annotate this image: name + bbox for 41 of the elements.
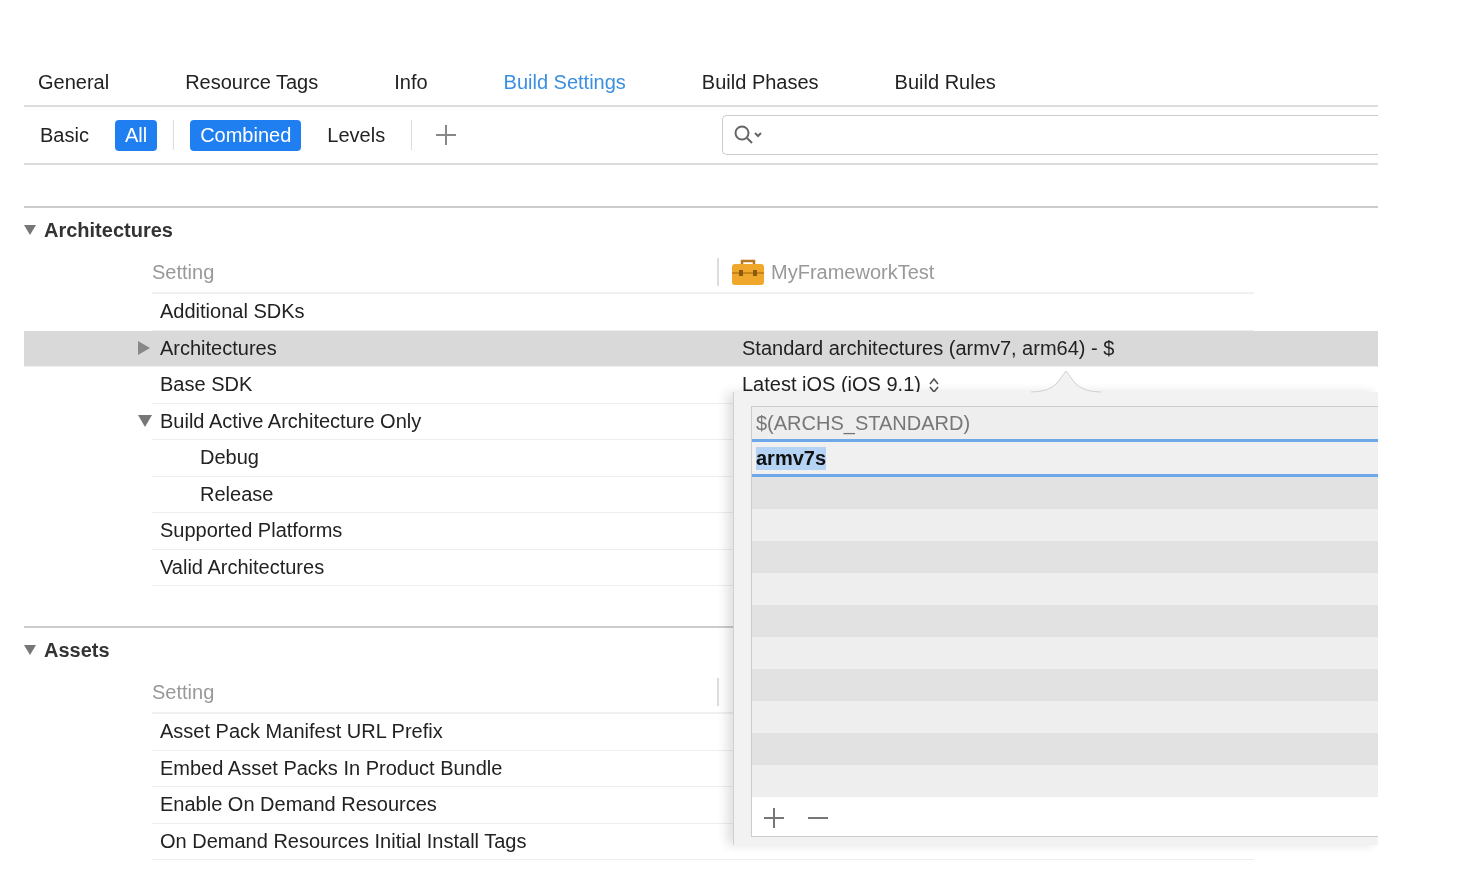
setting-value: Latest iOS (iOS 9.1) xyxy=(742,373,921,397)
setting-name: Build Active Architecture Only xyxy=(160,409,422,433)
add-icon[interactable] xyxy=(762,806,786,830)
setting-name: Valid Architectures xyxy=(160,555,325,579)
setting-name: Asset Pack Manifest URL Prefix xyxy=(160,720,443,744)
expanded-triangle-icon[interactable] xyxy=(24,224,36,236)
collapsed-triangle-icon[interactable] xyxy=(138,341,150,356)
expanded-triangle-icon[interactable] xyxy=(24,644,36,656)
tab[interactable]: General xyxy=(38,71,110,94)
setting-name: Base SDK xyxy=(160,373,253,397)
setting-name: Embed Asset Packs In Product Bundle xyxy=(160,756,503,780)
stepper-icon[interactable] xyxy=(926,375,941,394)
tab[interactable]: Build Phases xyxy=(701,71,819,94)
tab[interactable]: Resource Tags xyxy=(185,71,319,94)
setting-name: On Demand Resources Initial Install Tags xyxy=(160,829,527,853)
target-name: MyFrameworkTest xyxy=(771,260,935,284)
selected-row[interactable]: Architectures Standard architectures (armv7, arm64) - $ xyxy=(24,330,1378,367)
column-header: Setting xyxy=(152,260,216,284)
filter-button[interactable]: Basic xyxy=(30,119,99,151)
setting-name: Debug xyxy=(200,446,259,470)
section-title: Architectures xyxy=(44,218,173,242)
search-icon[interactable] xyxy=(733,124,764,146)
expanded-triangle-icon[interactable] xyxy=(138,415,152,428)
section-title: Assets xyxy=(44,638,110,662)
list-item[interactable]: armv7s xyxy=(756,446,827,470)
setting-name: Supported Platforms xyxy=(160,519,343,543)
setting-row[interactable]: Additional SDKs xyxy=(152,294,1254,331)
tab[interactable]: Build Rules xyxy=(894,71,996,94)
setting-name: Release xyxy=(200,482,274,506)
filter-button[interactable]: All xyxy=(114,119,158,151)
setting-name: Additional SDKs xyxy=(160,300,305,324)
setting-value: Standard architectures (armv7, arm64) - $ xyxy=(742,336,1115,360)
setting-name: Enable On Demand Resources xyxy=(160,793,437,817)
tab[interactable]: Info xyxy=(394,71,428,94)
filter-button[interactable]: Levels xyxy=(317,119,396,151)
search-field[interactable] xyxy=(722,115,1378,155)
column-header: Setting xyxy=(152,680,216,704)
setting-name: Architectures xyxy=(160,336,277,360)
filter-button[interactable]: Combined xyxy=(190,119,302,151)
add-icon[interactable] xyxy=(434,123,459,147)
toolbox-icon xyxy=(731,258,765,286)
